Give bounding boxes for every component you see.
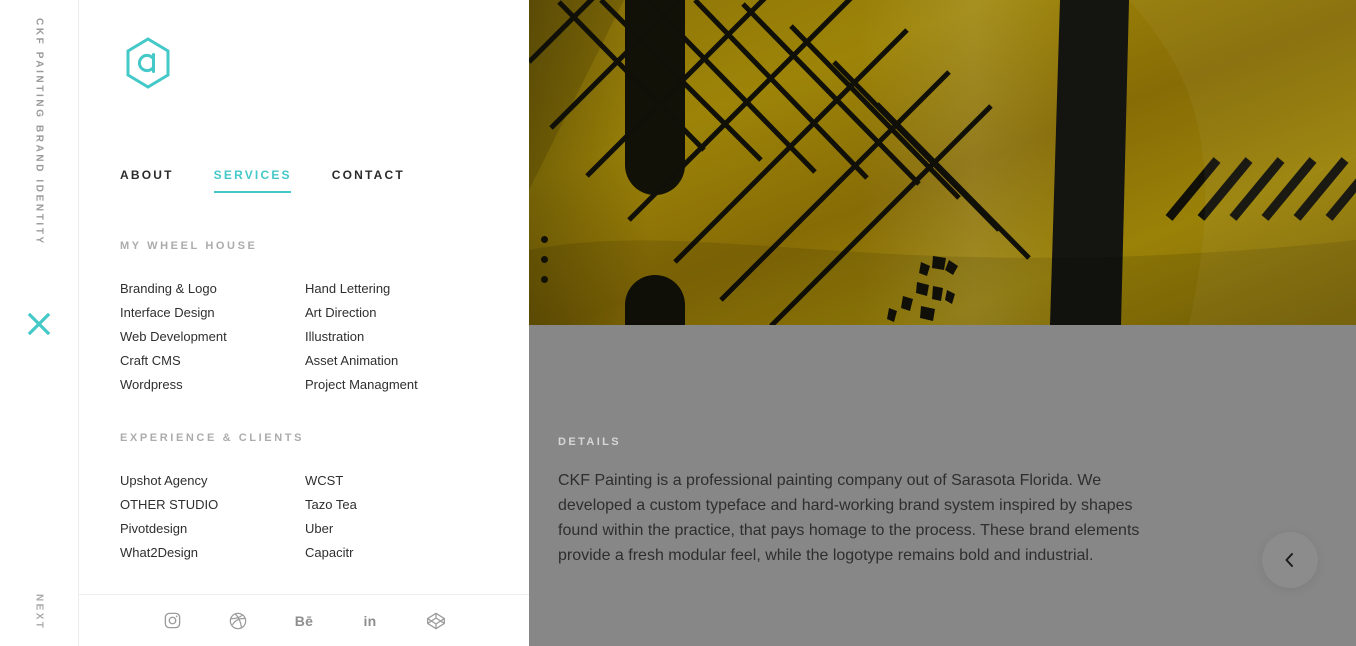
list-item[interactable]: Project Managment bbox=[305, 373, 490, 397]
list-item[interactable]: Craft CMS bbox=[120, 349, 305, 373]
instagram-icon[interactable] bbox=[161, 610, 183, 632]
list-item[interactable]: Interface Design bbox=[120, 301, 305, 325]
list-item[interactable]: Hand Lettering bbox=[305, 277, 490, 301]
list-item[interactable]: Illustration bbox=[305, 325, 490, 349]
list-item[interactable]: OTHER STUDIO bbox=[120, 493, 305, 517]
menu-panel: ABOUT SERVICES CONTACT MY WHEEL HOUSE Br… bbox=[79, 0, 529, 646]
list-item[interactable]: What2Design bbox=[120, 541, 305, 565]
section-heading-experience: EXPERIENCE & CLIENTS bbox=[120, 432, 305, 444]
linkedin-label: in bbox=[363, 612, 377, 629]
wheelhouse-col-2: Hand Lettering Art Direction Illustratio… bbox=[305, 277, 490, 397]
list-item[interactable]: Capacitr bbox=[305, 541, 490, 565]
slider-dot[interactable] bbox=[541, 276, 548, 283]
list-item[interactable]: Asset Animation bbox=[305, 349, 490, 373]
list-item[interactable]: Branding & Logo bbox=[120, 277, 305, 301]
chevron-left-icon[interactable] bbox=[1262, 532, 1318, 588]
nav-item-services[interactable]: SERVICES bbox=[213, 168, 292, 193]
left-rail: CKF PAINTING BRAND IDENTITY NEXT bbox=[0, 0, 79, 646]
wheelhouse-col-1: Branding & Logo Interface Design Web Dev… bbox=[120, 277, 305, 397]
details-label: DETAILS bbox=[558, 436, 622, 448]
main-nav: ABOUT SERVICES CONTACT bbox=[120, 168, 445, 193]
dribbble-icon[interactable] bbox=[227, 610, 249, 632]
experience-col-1: Upshot Agency OTHER STUDIO Pivotdesign W… bbox=[120, 469, 305, 565]
behance-icon[interactable]: Bē bbox=[293, 610, 315, 632]
project-detail-screen: CKF PAINTING BRAND IDENTITY NEXT ABOUT S… bbox=[0, 0, 1356, 646]
experience-lists: Upshot Agency OTHER STUDIO Pivotdesign W… bbox=[120, 469, 490, 565]
list-item[interactable]: Art Direction bbox=[305, 301, 490, 325]
social-links-bar: Bē in bbox=[79, 594, 529, 646]
nav-item-about[interactable]: ABOUT bbox=[120, 168, 174, 193]
list-item[interactable]: Tazo Tea bbox=[305, 493, 490, 517]
list-item[interactable]: Uber bbox=[305, 517, 490, 541]
section-heading-wheelhouse: MY WHEEL HOUSE bbox=[120, 240, 258, 252]
list-item[interactable]: WCST bbox=[305, 469, 490, 493]
project-hero-image[interactable] bbox=[529, 0, 1356, 325]
wheelhouse-lists: Branding & Logo Interface Design Web Dev… bbox=[120, 277, 490, 397]
next-project-label[interactable]: NEXT bbox=[34, 594, 45, 630]
behance-label: Bē bbox=[294, 612, 314, 629]
details-block: DETAILS CKF Painting is a professional p… bbox=[558, 436, 1148, 568]
slider-dot[interactable] bbox=[541, 256, 548, 263]
codepen-icon[interactable] bbox=[425, 610, 447, 632]
details-description: CKF Painting is a professional painting … bbox=[558, 472, 1140, 564]
close-x-icon[interactable] bbox=[26, 311, 52, 337]
project-title-vertical: CKF PAINTING BRAND IDENTITY bbox=[33, 18, 45, 246]
hexagon-a-logo[interactable] bbox=[120, 35, 176, 91]
list-item[interactable]: Web Development bbox=[120, 325, 305, 349]
slider-dot[interactable] bbox=[541, 236, 548, 243]
list-item[interactable]: Upshot Agency bbox=[120, 469, 305, 493]
list-item[interactable]: Pivotdesign bbox=[120, 517, 305, 541]
project-content: DETAILS CKF Painting is a professional p… bbox=[529, 0, 1356, 646]
slider-pagination-dots[interactable] bbox=[541, 236, 548, 283]
linkedin-icon[interactable]: in bbox=[359, 610, 381, 632]
experience-col-2: WCST Tazo Tea Uber Capacitr bbox=[305, 469, 490, 565]
list-item[interactable]: Wordpress bbox=[120, 373, 305, 397]
nav-item-contact[interactable]: CONTACT bbox=[332, 168, 405, 193]
